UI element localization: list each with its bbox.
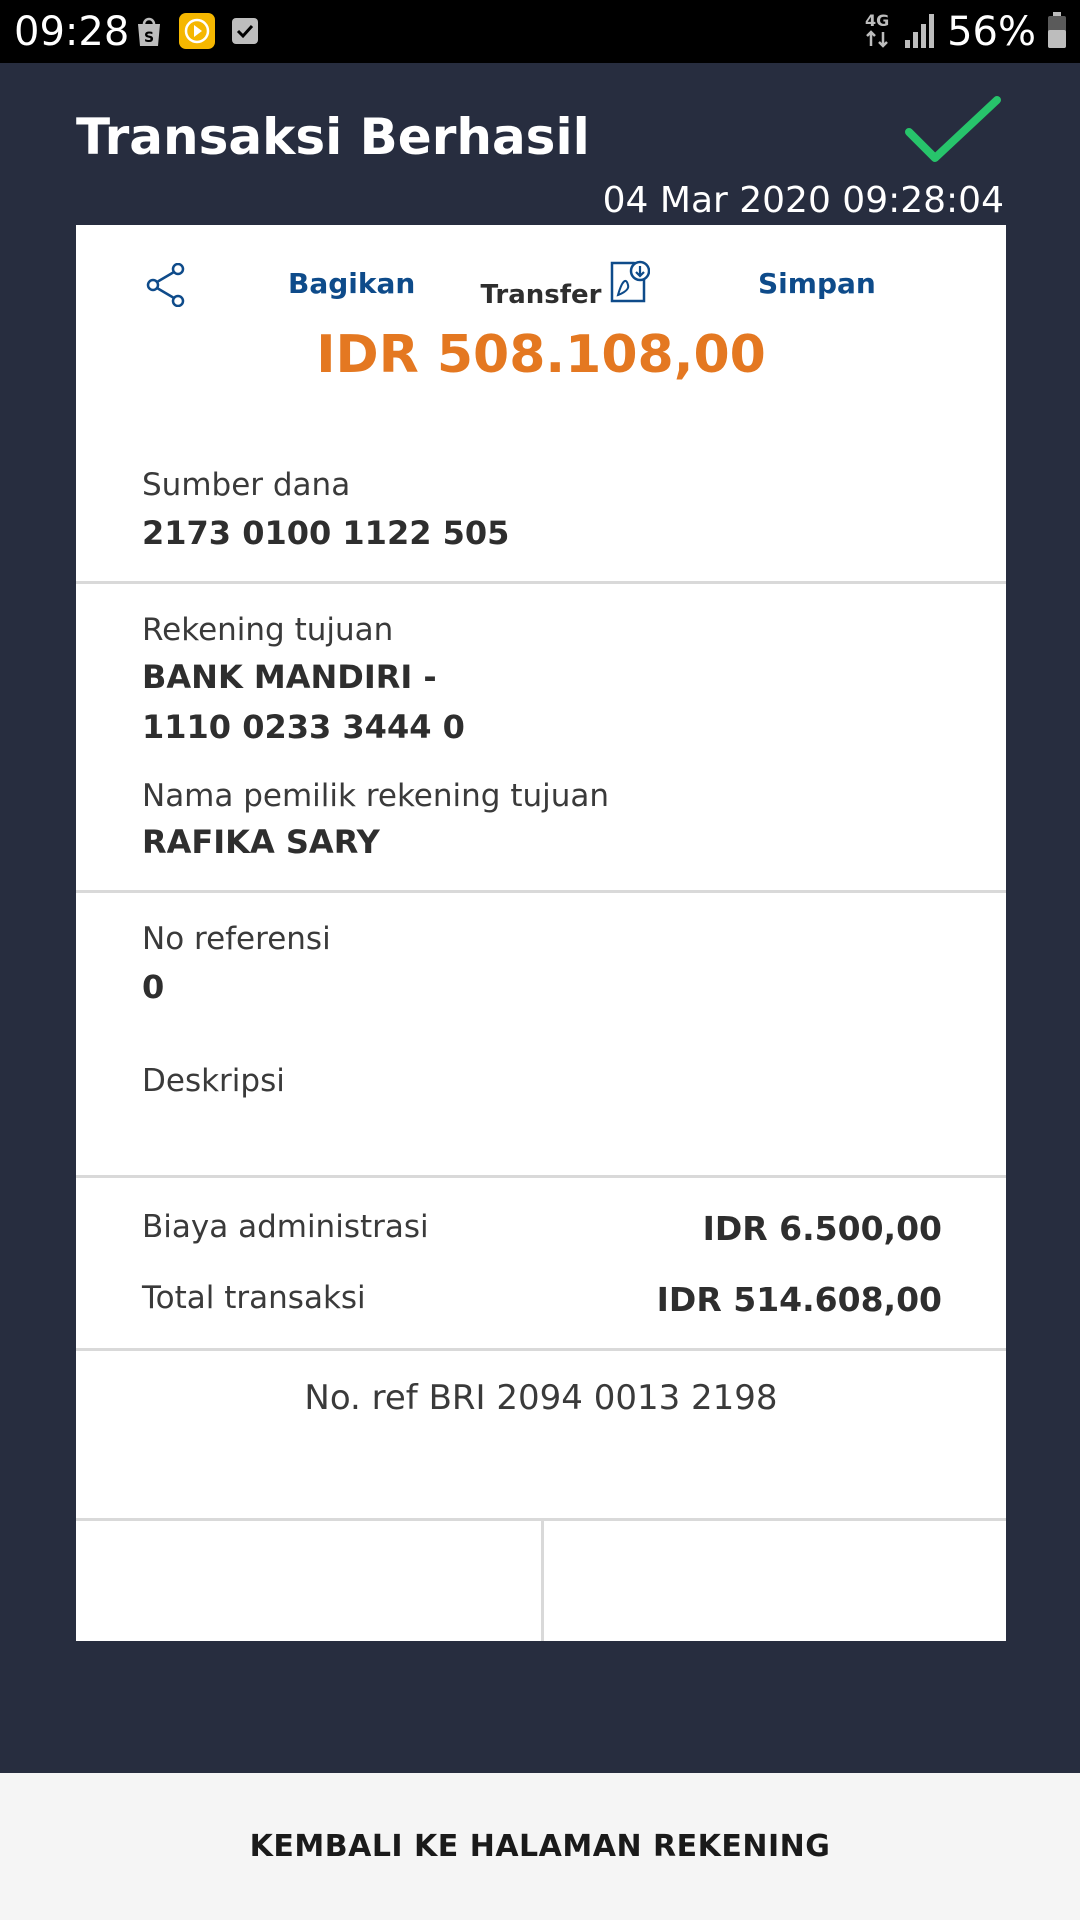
success-check-icon xyxy=(905,96,1001,170)
description-label: Deskripsi xyxy=(142,1063,285,1099)
divider xyxy=(76,1175,1006,1178)
battery-icon xyxy=(1046,10,1068,54)
status-right: 4G 56% xyxy=(863,8,1068,56)
signal-icon xyxy=(903,10,937,54)
svg-text:4G: 4G xyxy=(865,11,889,30)
transaction-datetime: 04 Mar 2020 09:28:04 xyxy=(602,180,1004,221)
status-time: 09:28 xyxy=(14,9,130,55)
divider xyxy=(76,1348,1006,1351)
media-icon xyxy=(178,12,216,50)
reference-label: No referensi xyxy=(142,921,331,957)
pdf-download-icon xyxy=(608,259,651,309)
owner-value: RAFIKA SARY xyxy=(142,823,380,861)
page-title: Transaksi Berhasil xyxy=(76,108,590,166)
back-to-account-button[interactable]: KEMBALI KE HALAMAN REKENING xyxy=(0,1773,1080,1920)
svg-text:S: S xyxy=(144,30,154,46)
battery-percent: 56% xyxy=(947,9,1036,55)
save-label: Simpan xyxy=(758,267,876,300)
admin-fee-label: Biaya administrasi xyxy=(142,1209,429,1245)
save-button[interactable]: Simpan xyxy=(544,225,1006,345)
owner-label: Nama pemilik rekening tujuan xyxy=(142,778,610,814)
source-value: 2173 0100 1122 505 xyxy=(142,514,510,552)
shopping-bag-icon: S xyxy=(130,12,168,50)
divider xyxy=(76,890,1006,893)
share-label: Bagikan xyxy=(288,267,416,300)
admin-fee-value: IDR 6.500,00 xyxy=(702,1209,942,1248)
destination-account: 1110 0233 3444 0 xyxy=(142,708,465,746)
share-button[interactable]: Bagikan xyxy=(76,225,541,345)
status-bar: 09:28 S 4G 56% xyxy=(0,0,1080,63)
divider xyxy=(76,581,1006,584)
reference-value: 0 xyxy=(142,968,165,1006)
destination-bank: BANK MANDIRI - xyxy=(142,658,437,696)
notification-icons: S xyxy=(130,12,264,50)
network-4g-icon: 4G xyxy=(863,10,893,54)
total-value: IDR 514.608,00 xyxy=(656,1280,942,1319)
share-icon xyxy=(146,262,186,311)
back-to-account-label: KEMBALI KE HALAMAN REKENING xyxy=(249,1829,831,1864)
action-separator xyxy=(541,1521,544,1641)
receipt-card: Transfer IDR 508.108,00 Sumber dana 2173… xyxy=(76,225,1006,1641)
source-label: Sumber dana xyxy=(142,467,351,503)
bri-reference-number: No. ref BRI 2094 0013 2198 xyxy=(304,1378,778,1418)
checkbox-icon xyxy=(226,12,264,50)
destination-label: Rekening tujuan xyxy=(142,612,394,648)
total-label: Total transaksi xyxy=(142,1280,366,1316)
